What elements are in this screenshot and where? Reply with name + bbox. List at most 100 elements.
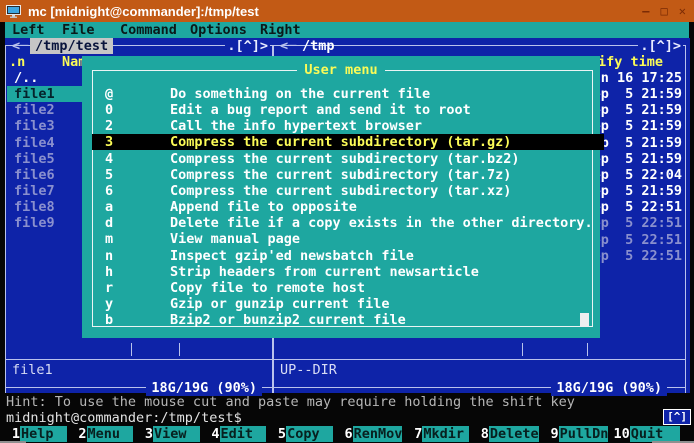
entry-label: Append file to opposite [170,199,357,215]
fn-key-number: 10 [613,426,629,442]
dialog-title: User menu [82,63,600,78]
terminal-content: Left File Command Options Right <─ /tmp/test… [0,22,694,443]
left-sort-header[interactable]: .n [9,54,25,70]
user-menu-entry[interactable]: 6 Compress the current subdirectory (tar.… [92,183,604,199]
close-button[interactable]: ✕ [679,0,686,22]
user-menu-entry[interactable]: 3 Compress the current subdirectory (tar.… [92,134,604,150]
left-mini-status: file1 [12,362,53,378]
left-panel-back-arrow[interactable]: <─ [12,38,28,54]
entry-label: Do something on the current file [170,86,430,102]
menu-item-right[interactable]: Right [260,22,301,38]
entry-hotkey: 2 [105,118,113,134]
fn-key-number: 7 [407,426,422,442]
fn-key-label: Copy [286,426,333,442]
fn-key-delete[interactable]: 8Delete [474,426,544,442]
user-menu-entry[interactable]: aAppend file to opposite [92,199,604,215]
user-menu-entry[interactable]: yGzip or gunzip current file [92,296,604,312]
right-panel-back-arrow[interactable]: <─ [280,38,296,54]
menu-bar: Left File Command Options Right [5,22,689,38]
entry-hotkey: 0 [105,102,113,118]
mc-terminal-window: mc [midnight@commander]:/tmp/test – □ ✕ … [0,0,694,443]
window-titlebar[interactable]: mc [midnight@commander]:/tmp/test – □ ✕ [0,0,694,22]
terminal-monitor-icon [6,5,21,18]
left-panel-path[interactable]: /tmp/test [30,38,113,54]
fn-key-label: PullDn [559,426,609,442]
user-menu-entry[interactable]: 5Compress the current subdirectory (tar.… [92,167,604,183]
maximize-button[interactable]: □ [661,0,668,22]
entry-label: Compress the current subdirectory (tar.b… [170,151,520,167]
user-menu-entry[interactable]: nInspect gzip'ed newsbatch file [92,248,604,264]
right-panel-path[interactable]: /tmp [298,38,339,54]
fn-key-edit[interactable]: 4Edit [205,426,272,442]
entry-hotkey: 3 [105,134,113,150]
fn-key-number: 8 [474,426,489,442]
command-line[interactable]: midnight@commander:/tmp/test$ [6,410,242,426]
user-menu-entry[interactable]: d Delete file if a copy exists in the oth… [92,215,604,231]
fn-key-label: Quit [630,426,680,442]
left-panel-corner-buttons[interactable]: .[^]> [225,38,270,54]
minimize-button[interactable]: – [642,0,649,22]
entry-label: Bzip2 or bunzip2 current file [170,312,406,328]
entry-label: Compress the current subdirectory (tar.7… [170,167,511,183]
fn-key-menu[interactable]: 2Menu [72,426,139,442]
entry-label: Delete file if a copy exists in the othe… [170,215,593,231]
ministatus-separator [274,359,685,360]
right-mini-status: UP--DIR [280,362,337,378]
file-row[interactable]: file7 [7,183,87,199]
user-menu-entry[interactable]: 4Compress the current subdirectory (tar.… [92,151,604,167]
fn-key-renmov[interactable]: 6RenMov [338,426,408,442]
file-row[interactable]: file2 [7,102,87,118]
window-title: mc [midnight@commander]:/tmp/test [28,4,259,19]
fn-key-number: 4 [205,426,220,442]
user-menu-entry[interactable]: 2Call the info hypertext browser [92,118,604,134]
fn-key-quit[interactable]: 10Quit [613,426,680,442]
file-row[interactable]: file4 [7,135,87,151]
menu-item-command[interactable]: Command [120,22,177,38]
menu-item-left[interactable]: Left [12,22,45,38]
file-row[interactable]: file5 [7,151,87,167]
entry-hotkey: r [105,280,113,296]
file-row[interactable]: file9 [7,215,87,231]
entry-hotkey: d [105,215,113,231]
user-menu-entry[interactable]: 0 Edit a bug report and send it to root [92,102,604,118]
fn-key-mkdir[interactable]: 7Mkdir [407,426,474,442]
entry-hotkey: 6 [105,183,113,199]
user-menu-dialog: User menu @ Do something on the current f… [82,56,600,338]
column-divider-tick [522,343,523,356]
entry-label: Compress the current subdirectory (tar.g… [170,134,511,150]
entry-label: Edit a bug report and send it to root [170,102,471,118]
entry-hotkey: b [105,312,113,328]
entry-hotkey: @ [105,86,113,102]
entry-label: View manual page [170,231,300,247]
file-row[interactable]: file3 [7,118,87,134]
file-row[interactable]: file6 [7,167,87,183]
user-menu-entry[interactable]: m View manual page [92,231,604,247]
file-row[interactable]: /.. [7,70,87,86]
entry-hotkey: n [105,248,113,264]
file-row[interactable]: file8 [7,199,87,215]
fn-key-view[interactable]: 3View [138,426,205,442]
column-divider-tick [131,343,132,356]
fn-key-number: 5 [271,426,286,442]
fn-key-label: Mkdir [422,426,469,442]
user-menu-entry[interactable]: @ Do something on the current file [92,86,604,102]
menu-item-options[interactable]: Options [190,22,247,38]
entry-label: Compress the current subdirectory (tar.x… [170,183,511,199]
fn-key-label: Help [20,426,67,442]
fn-key-label: Edit [220,426,267,442]
column-divider-tick [587,343,588,356]
scroll-up-badge[interactable]: [^] [663,409,691,425]
user-menu-entry[interactable]: rCopy file to remote host [92,280,604,296]
fn-key-number: 1 [5,426,20,442]
entry-hotkey: m [105,231,113,247]
fn-key-number: 3 [138,426,153,442]
fn-key-number: 6 [338,426,353,442]
right-panel-corner-buttons[interactable]: .[^]> [638,38,683,54]
menu-item-file[interactable]: File [62,22,95,38]
user-menu-entry[interactable]: b Bzip2 or bunzip2 current file [92,312,604,328]
fn-key-pulldn[interactable]: 9PullDn [544,426,614,442]
user-menu-entry[interactable]: hStrip headers from current newsarticle [92,264,604,280]
fn-key-copy[interactable]: 5Copy [271,426,338,442]
entry-hotkey: y [105,296,113,312]
fn-key-help[interactable]: 1Help [5,426,72,442]
